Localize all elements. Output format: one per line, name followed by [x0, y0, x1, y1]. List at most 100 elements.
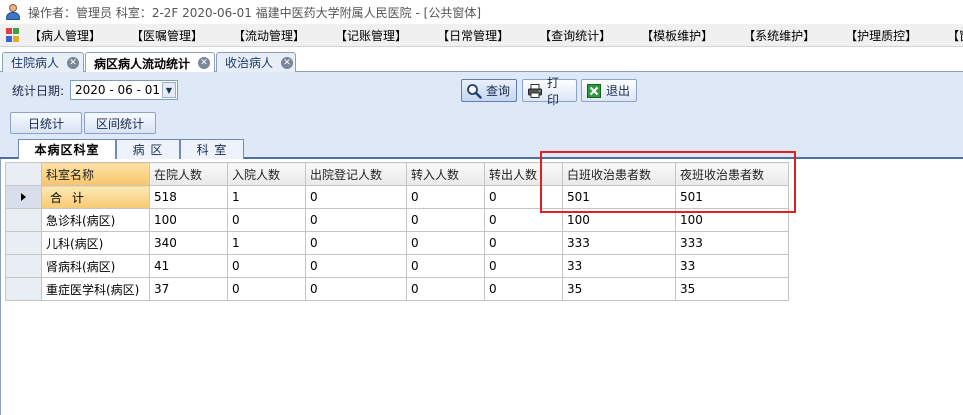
table-row[interactable]: 急诊科(病区) 100 0 0 0 0 100 100	[5, 208, 789, 232]
table-cell[interactable]: 0	[484, 208, 563, 232]
menu-patient-management[interactable]: 【病人管理】	[29, 25, 101, 46]
magnifier-icon	[466, 83, 482, 99]
table-cell[interactable]: 0	[484, 277, 563, 301]
corner-cell[interactable]	[5, 162, 42, 186]
table-cell[interactable]: 0	[227, 277, 306, 301]
tab-inpatients[interactable]: 住院病人 ✕	[2, 52, 84, 72]
menu-template-maintenance[interactable]: 【模板维护】	[641, 25, 713, 46]
tab-current-ward-departments[interactable]: 本病区科室	[18, 139, 116, 159]
tab-wards[interactable]: 病 区	[116, 139, 180, 159]
tab-label: 收治病人	[225, 56, 274, 70]
menu-system-maintenance[interactable]: 【系统维护】	[743, 25, 815, 46]
menu-order-management[interactable]: 【医嘱管理】	[131, 25, 203, 46]
column-header[interactable]: 在院人数	[149, 162, 228, 186]
table-cell[interactable]: 333	[562, 231, 676, 255]
table-row[interactable]: 儿科(病区) 340 1 0 0 0 333 333	[5, 231, 789, 255]
tab-admitted-patients[interactable]: 收治病人 ✕	[216, 52, 296, 72]
table-cell[interactable]: 0	[406, 277, 485, 301]
table-cell[interactable]: 儿科(病区)	[41, 231, 150, 255]
table-cell[interactable]: 35	[675, 277, 789, 301]
table-cell[interactable]: 1	[227, 231, 306, 255]
statistics-table: 科室名称 在院人数 入院人数 出院登记人数 转入人数 转出人数 白班收治患者数 …	[5, 162, 789, 301]
tab-label: 病区病人流动统计	[94, 56, 191, 71]
close-icon[interactable]: ✕	[198, 57, 211, 69]
table-cell[interactable]: 0	[484, 231, 563, 255]
daily-stat-button[interactable]: 日统计	[10, 112, 82, 134]
table-cell[interactable]: 0	[227, 254, 306, 278]
table-row[interactable]: 肾病科(病区) 41 0 0 0 0 33 33	[5, 254, 789, 278]
query-button[interactable]: 查询	[461, 79, 517, 102]
column-header[interactable]: 科室名称	[41, 162, 150, 186]
app-menu-icon[interactable]	[6, 28, 19, 42]
table-cell[interactable]: 急诊科(病区)	[41, 208, 150, 232]
table-cell[interactable]: 0	[484, 254, 563, 278]
table-header-row: 科室名称 在院人数 入院人数 出院登记人数 转入人数 转出人数 白班收治患者数 …	[5, 162, 789, 186]
table-cell[interactable]: 0	[305, 185, 407, 209]
close-icon[interactable]: ✕	[281, 56, 294, 69]
table-cell[interactable]: 333	[675, 231, 789, 255]
close-icon[interactable]: ✕	[67, 56, 80, 69]
document-tab-strip: 住院病人 ✕ 病区病人流动统计 ✕ 收治病人 ✕	[0, 50, 963, 73]
table-cell[interactable]: 0	[305, 231, 407, 255]
table-cell[interactable]: 0	[227, 208, 306, 232]
current-row-icon	[21, 193, 26, 201]
table-cell[interactable]: 肾病科(病区)	[41, 254, 150, 278]
table-cell[interactable]: 100	[675, 208, 789, 232]
column-header[interactable]: 白班收治患者数	[562, 162, 676, 186]
table-cell[interactable]: 0	[305, 254, 407, 278]
table-cell[interactable]: 41	[149, 254, 228, 278]
table-cell[interactable]: 0	[406, 208, 485, 232]
table-cell[interactable]: 501	[562, 185, 676, 209]
column-header[interactable]: 转出人数	[484, 162, 563, 186]
column-header[interactable]: 出院登记人数	[305, 162, 407, 186]
row-indicator[interactable]	[5, 231, 42, 255]
row-indicator[interactable]	[5, 208, 42, 232]
menu-bar: 【病人管理】 【医嘱管理】 【流动管理】 【记账管理】 【日常管理】 【查询统计…	[0, 24, 963, 47]
tab-departments[interactable]: 科 室	[180, 139, 244, 159]
row-indicator[interactable]	[5, 185, 42, 209]
range-stat-button[interactable]: 区间统计	[84, 112, 156, 134]
table-cell[interactable]: 0	[406, 254, 485, 278]
table-cell[interactable]: 33	[675, 254, 789, 278]
menu-nursing-quality[interactable]: 【护理质控】	[845, 25, 917, 46]
table-cell[interactable]: 1	[227, 185, 306, 209]
table-cell[interactable]: 35	[562, 277, 676, 301]
table-cell[interactable]: 合 计	[41, 185, 150, 209]
table-cell[interactable]: 100	[562, 208, 676, 232]
table-cell[interactable]: 重症医学科(病区)	[41, 277, 150, 301]
column-header[interactable]: 夜班收治患者数	[675, 162, 789, 186]
menu-query-statistics[interactable]: 【查询统计】	[539, 25, 611, 46]
row-indicator[interactable]	[5, 277, 42, 301]
row-indicator[interactable]	[5, 254, 42, 278]
stat-date-label: 统计日期:	[12, 84, 65, 98]
table-cell[interactable]: 100	[149, 208, 228, 232]
printer-icon	[527, 83, 543, 99]
stat-date-picker[interactable]: 2020 - 06 - 01 ▼	[70, 80, 178, 100]
daily-stat-label: 日统计	[27, 116, 64, 131]
table-cell[interactable]: 0	[305, 208, 407, 232]
tab-ward-flow-statistics[interactable]: 病区病人流动统计 ✕	[85, 52, 215, 73]
table-cell[interactable]: 33	[562, 254, 676, 278]
table-cell[interactable]: 37	[149, 277, 228, 301]
table-cell[interactable]: 0	[406, 185, 485, 209]
tab-label: 本病区科室	[34, 143, 100, 157]
column-header[interactable]: 入院人数	[227, 162, 306, 186]
menu-daily-management[interactable]: 【日常管理】	[437, 25, 509, 46]
table-cell[interactable]: 518	[149, 185, 228, 209]
stat-date-value: 2020 - 06 - 01	[75, 83, 160, 97]
table-cell[interactable]: 0	[406, 231, 485, 255]
chevron-down-icon[interactable]: ▼	[162, 82, 176, 98]
table-row[interactable]: 重症医学科(病区) 37 0 0 0 0 35 35	[5, 277, 789, 301]
table-cell[interactable]: 340	[149, 231, 228, 255]
table-cell[interactable]: 501	[675, 185, 789, 209]
tab-label: 病 区	[132, 143, 164, 157]
menu-billing-management[interactable]: 【记账管理】	[335, 25, 407, 46]
table-cell[interactable]: 0	[305, 277, 407, 301]
menu-flow-management[interactable]: 【流动管理】	[233, 25, 305, 46]
exit-button[interactable]: 退出	[581, 79, 637, 102]
print-button[interactable]: 打印	[522, 76, 577, 107]
menu-window[interactable]: 【窗口】	[947, 25, 963, 46]
table-row[interactable]: 合 计 518 1 0 0 0 501 501	[5, 185, 789, 209]
table-cell[interactable]: 0	[484, 185, 563, 209]
column-header[interactable]: 转入人数	[406, 162, 485, 186]
